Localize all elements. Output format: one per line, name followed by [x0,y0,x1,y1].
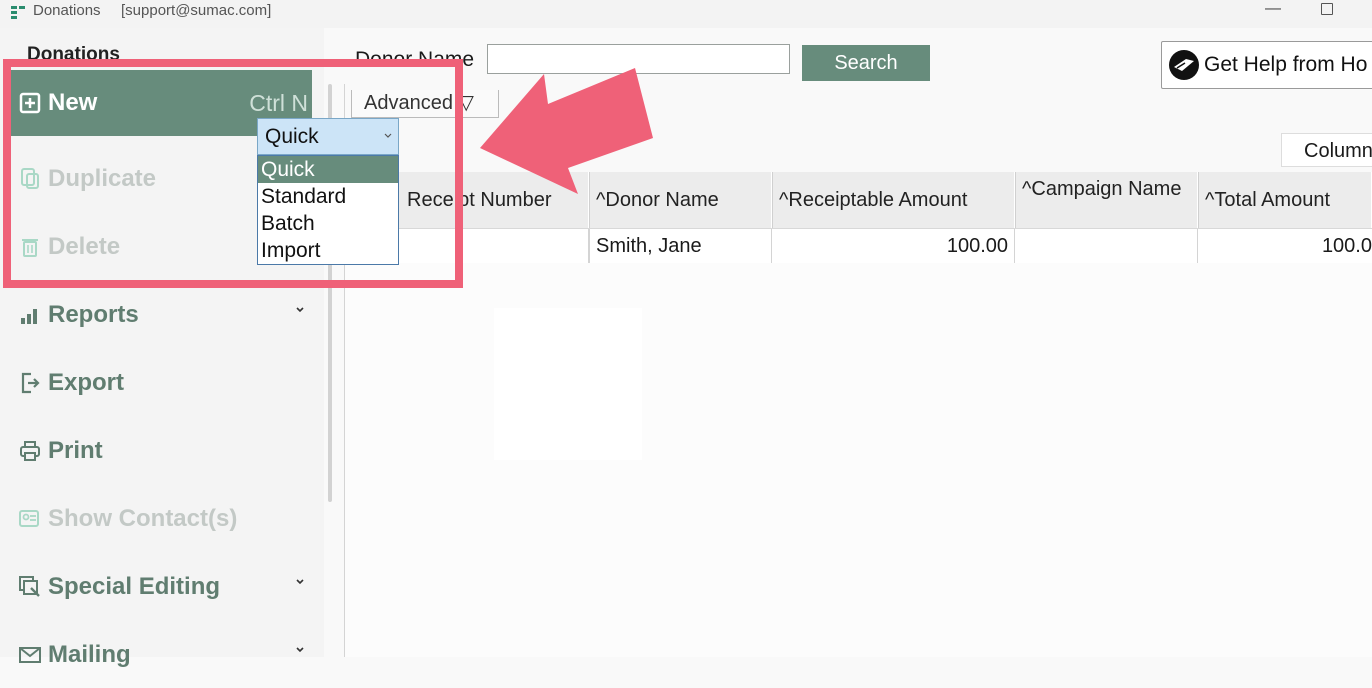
sidebar-item-print[interactable]: Print [10,418,312,484]
sidebar-item-label: Special Editing [48,573,221,600]
maximize-button[interactable] [1321,3,1333,15]
cell-receiptable-amount: 100.00 [772,229,1015,263]
chevron-down-icon[interactable] [296,646,304,654]
window-title: Donations [33,2,101,19]
sidebar-item-export[interactable]: Export [10,350,312,416]
annotation-highlight-box [3,59,463,288]
window-user: [support@sumac.com] [121,2,272,19]
contact-card-icon [18,507,42,531]
column-header-total-amount[interactable]: ^Total Amount [1198,172,1372,228]
sidebar-item-label: Show Contact(s) [48,505,238,532]
export-icon [18,371,42,395]
sidebar-item-mailing[interactable]: Mailing [10,622,312,688]
printer-icon [18,439,42,463]
title-bar: Donations [support@sumac.com] — [0,0,1372,28]
annotation-arrow-icon [480,68,653,194]
get-help-label: Get Help from Ho [1204,53,1368,76]
chevron-down-icon[interactable] [296,578,304,586]
sidebar-item-special-editing[interactable]: Special Editing [10,554,312,620]
sidebar-item-label: Reports [48,301,139,328]
chevron-down-icon[interactable] [296,306,304,314]
special-editing-icon [18,575,42,599]
sidebar-item-label: Print [48,437,103,464]
table-row[interactable]: Smith, Jane 100.00 100.0 [345,229,1372,263]
sidebar-item-reports[interactable]: Reports [10,282,312,348]
get-help-button[interactable]: Get Help from Ho [1161,41,1372,89]
help-logo-icon [1169,50,1199,80]
app-logo-icon [11,6,25,19]
columns-button[interactable]: Column [1281,133,1372,167]
search-button[interactable]: Search [802,45,930,81]
column-header-receiptable-amount[interactable]: ^Receiptable Amount [772,172,1015,228]
sidebar-item-label: Mailing [48,641,131,668]
cell-campaign-name [1015,229,1198,263]
cell-donor-name: Smith, Jane [589,229,772,263]
mail-icon [18,643,42,667]
column-header-campaign-name[interactable]: ^Campaign Name [1015,172,1198,228]
cell-total-amount: 100.0 [1321,235,1372,257]
minimize-button[interactable]: — [1265,0,1281,20]
blank-panel [494,308,642,460]
bar-chart-icon [18,303,42,327]
sidebar-item-label: Export [48,369,125,396]
sidebar-item-show-contacts[interactable]: Show Contact(s) [10,486,312,552]
